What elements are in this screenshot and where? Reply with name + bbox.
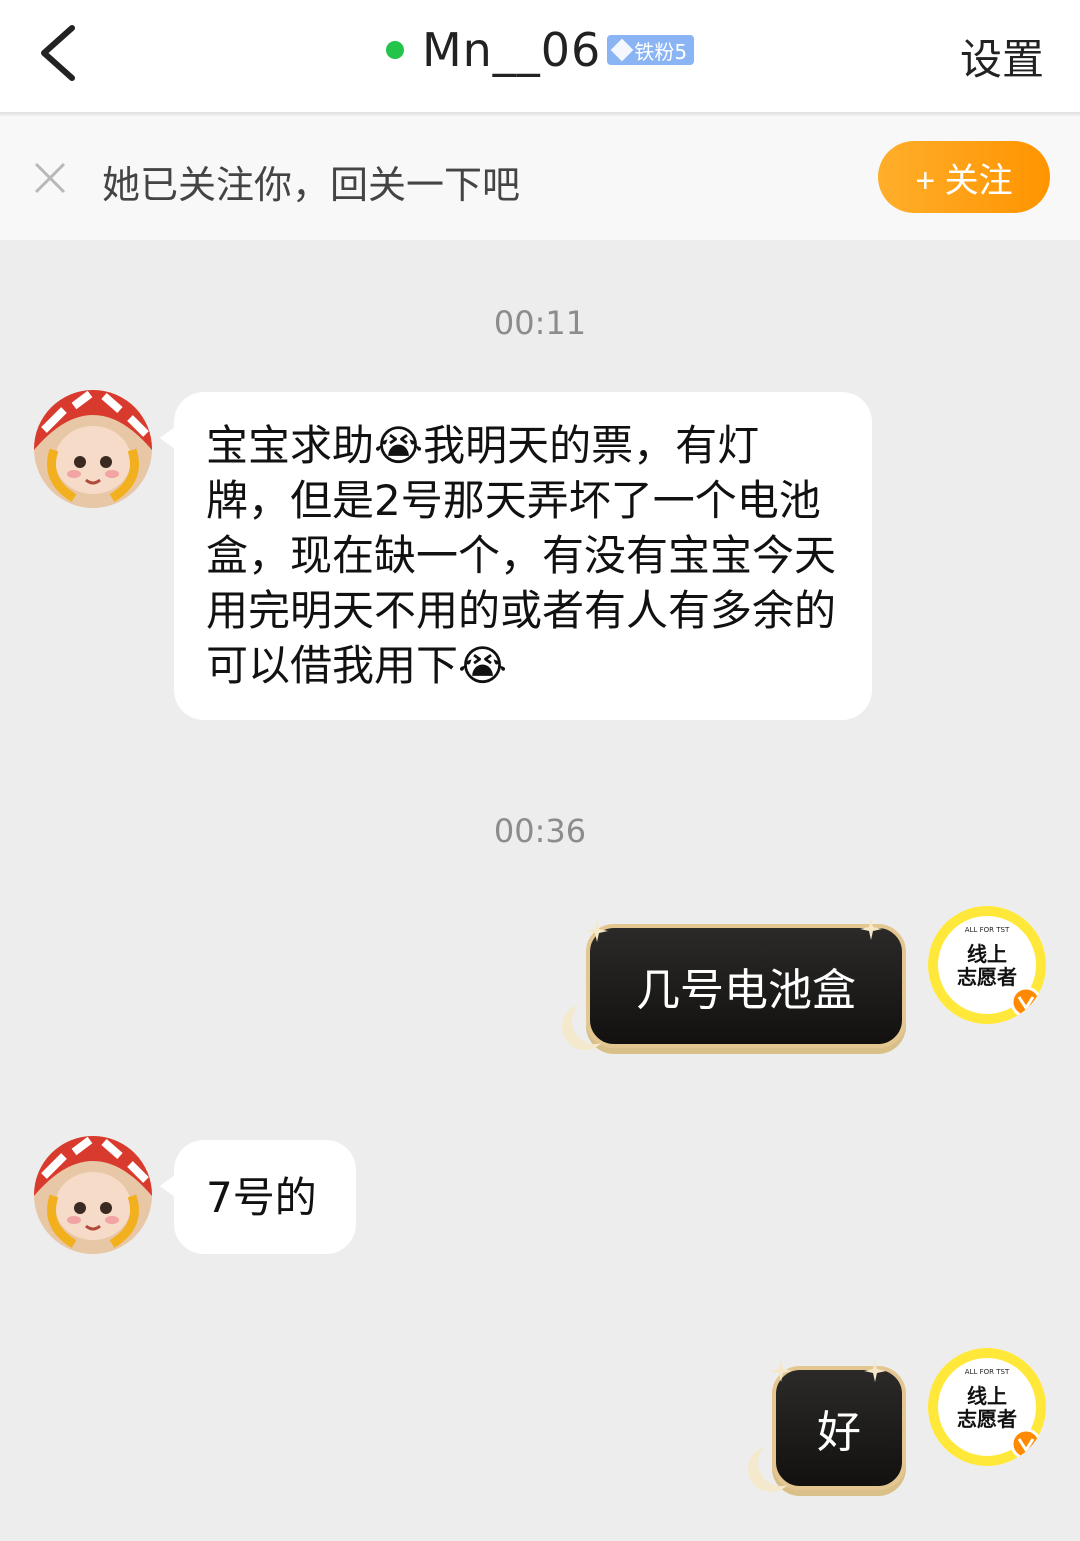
svg-text:志愿者: 志愿者	[957, 965, 1017, 989]
follow-prompt-text: 她已关注你，回关一下吧	[102, 163, 521, 207]
message-timestamp: 00:11	[493, 304, 587, 342]
moon-decoration-icon	[758, 1440, 804, 1486]
incoming-message-bubble[interactable]: 7号的	[160, 1140, 356, 1254]
close-icon[interactable]	[30, 158, 70, 198]
incoming-message-bubble[interactable]: 宝宝求助😭我明天的票，有灯牌，但是2号那天弄坏了一个电池盒，现在缺一个，有没有宝…	[160, 392, 872, 720]
my-avatar[interactable]: ALL FOR TST 线上 志愿者	[928, 906, 1046, 1024]
sparkle-icon	[860, 918, 882, 940]
message-text: 好	[817, 1407, 861, 1458]
online-status-icon	[385, 41, 404, 59]
sparkle-icon	[770, 1360, 792, 1382]
follow-button[interactable]: + 关注	[878, 141, 1050, 213]
svg-text:ALL FOR TST: ALL FOR TST	[965, 1368, 1010, 1376]
svg-text:ALL FOR TST: ALL FOR TST	[965, 926, 1010, 934]
message-timestamp: 00:36	[493, 812, 587, 850]
sparkle-icon	[586, 920, 608, 942]
outgoing-message-bubble[interactable]: 几号电池盒	[586, 918, 906, 1048]
svg-text:志愿者: 志愿者	[957, 1407, 1017, 1431]
contact-avatar[interactable]	[34, 1136, 152, 1254]
message-text: 7号的	[206, 1172, 317, 1222]
contact-avatar[interactable]	[34, 390, 152, 508]
message-text: 宝宝求助😭我明天的票，有灯牌，但是2号那天弄坏了一个电池盒，现在缺一个，有没有宝…	[206, 421, 837, 690]
chat-title: Mn__06 铁粉5	[0, 0, 1080, 100]
contact-name[interactable]: Mn__06	[422, 23, 601, 77]
outgoing-message-bubble[interactable]: 好	[770, 1360, 906, 1490]
fan-level-badge: 铁粉5	[607, 35, 695, 65]
sparkle-icon	[864, 1360, 886, 1382]
top-bar: Mn__06 铁粉5 设置	[0, 0, 1080, 114]
moon-decoration-icon	[572, 998, 618, 1044]
diamond-icon	[611, 38, 634, 62]
settings-button[interactable]: 设置	[960, 26, 1044, 87]
svg-text:线上: 线上	[967, 942, 1007, 966]
svg-text:线上: 线上	[967, 1384, 1007, 1408]
my-avatar[interactable]: ALL FOR TST 线上 志愿者	[928, 1348, 1046, 1466]
follow-suggestion-bar: 她已关注你，回关一下吧 + 关注	[0, 116, 1080, 240]
message-text: 几号电池盒	[636, 965, 856, 1016]
